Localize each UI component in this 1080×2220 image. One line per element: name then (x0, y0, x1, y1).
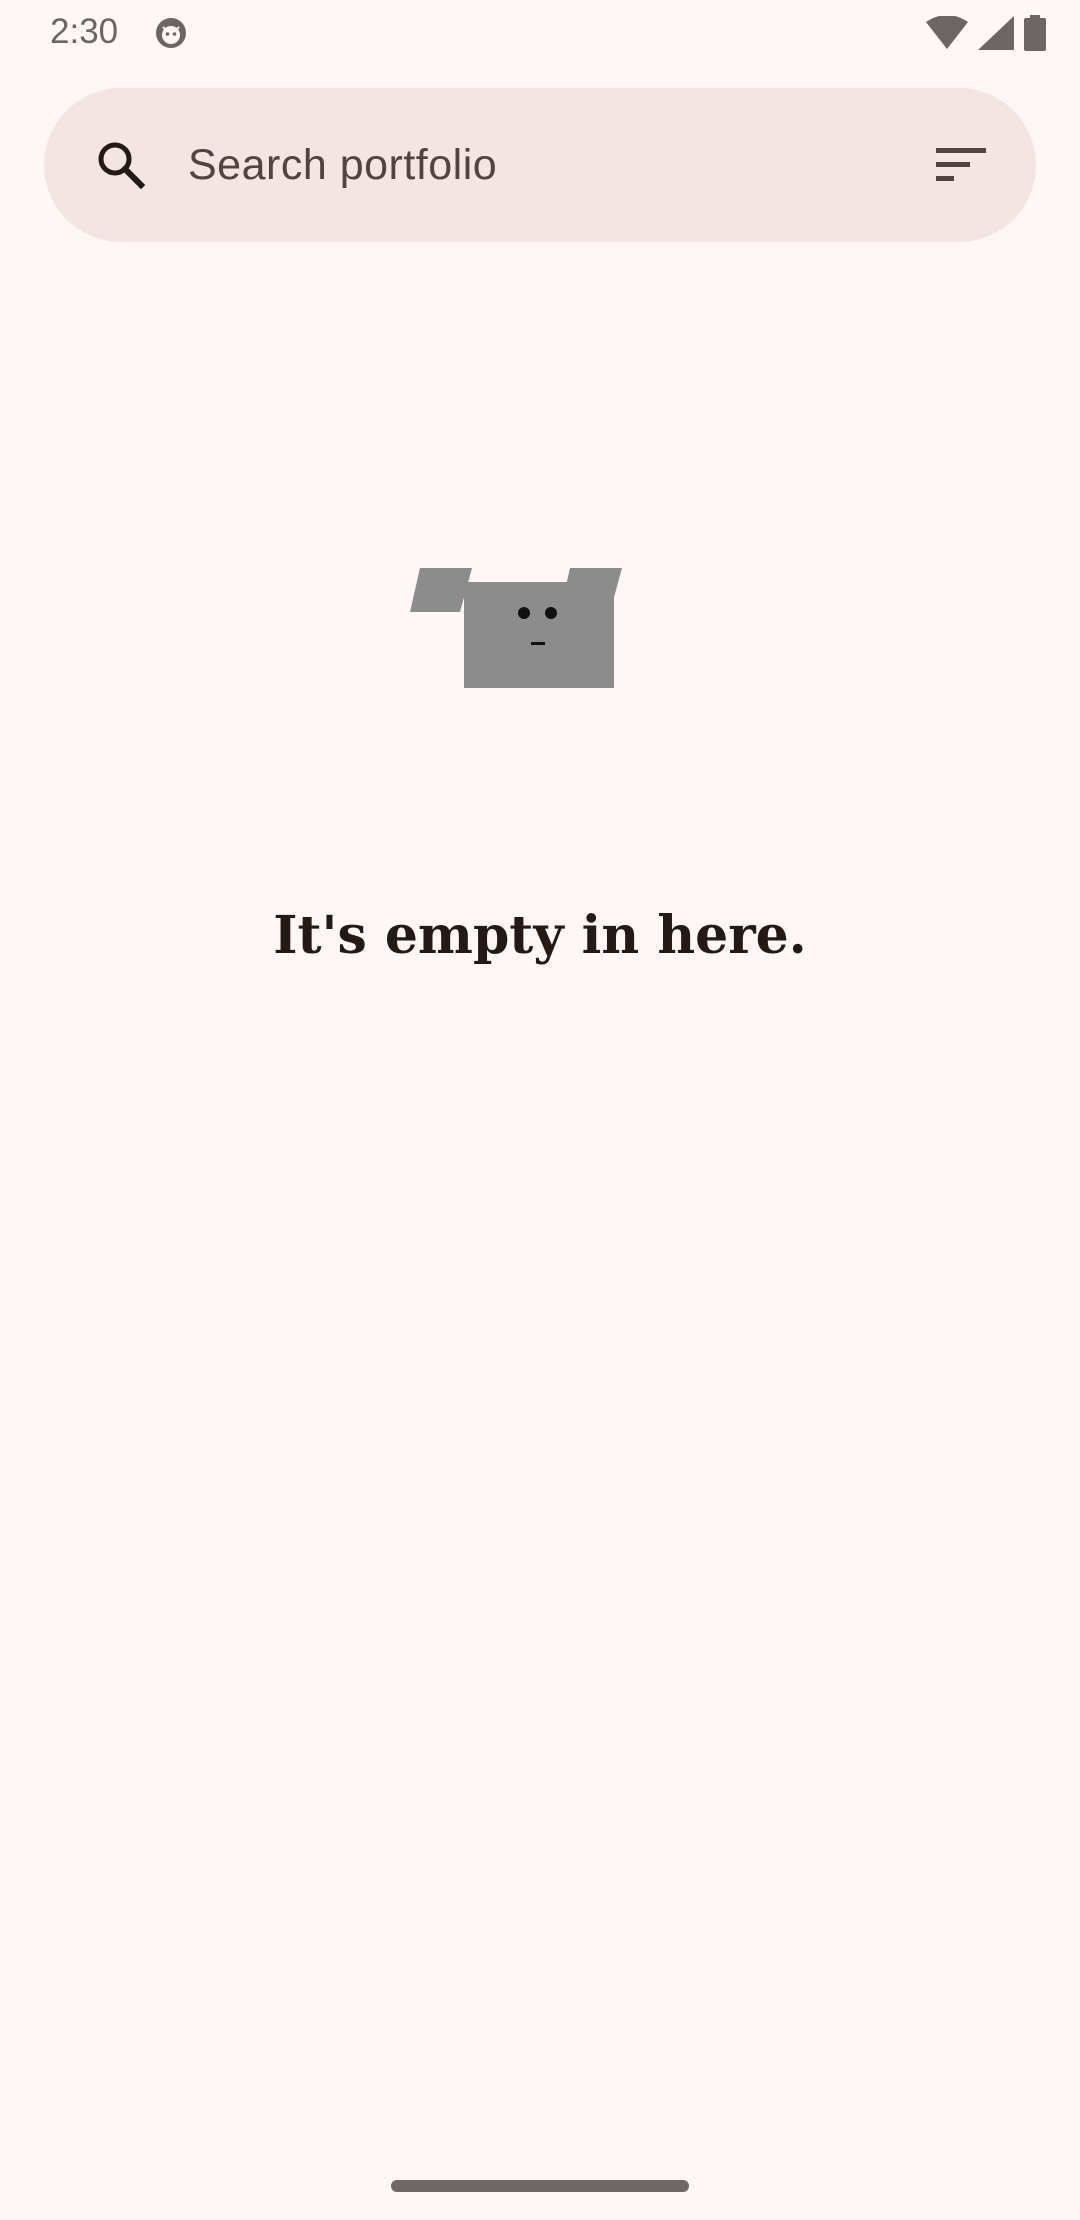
status-icons (926, 14, 1046, 52)
battery-icon (1024, 15, 1046, 51)
empty-state-title: It's empty in here. (273, 905, 807, 966)
status-time: 2:30 (50, 12, 119, 51)
search-icon[interactable] (94, 138, 148, 192)
search-bar[interactable]: Search portfolio (44, 88, 1036, 242)
search-input[interactable]: Search portfolio (188, 88, 497, 242)
android-notification-icon (156, 18, 186, 48)
wifi-icon (926, 16, 968, 49)
sort-filter-icon[interactable] (934, 140, 988, 190)
empty-box-icon (410, 568, 622, 688)
signal-icon (978, 16, 1014, 50)
status-bar: 2:30 (0, 0, 1080, 66)
gesture-nav-handle[interactable] (391, 2180, 689, 2192)
